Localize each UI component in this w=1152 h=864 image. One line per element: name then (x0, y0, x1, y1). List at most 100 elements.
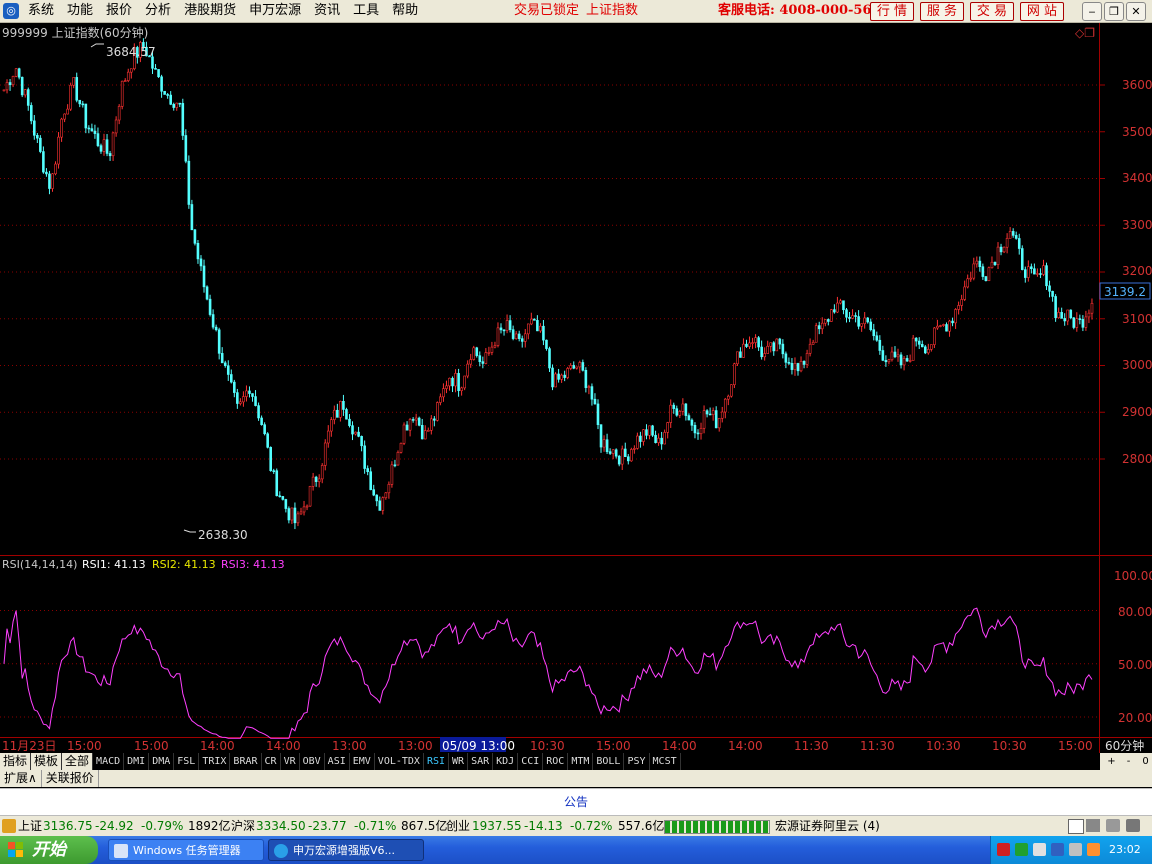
candle[interactable] (463, 375, 466, 391)
candle[interactable] (766, 340, 770, 354)
lock-icon[interactable] (1126, 819, 1140, 832)
menu-tools[interactable]: 工具 (347, 0, 386, 22)
candle[interactable] (408, 417, 412, 437)
candle[interactable] (781, 339, 785, 359)
candle[interactable] (48, 170, 51, 195)
candle[interactable] (645, 424, 648, 440)
candle[interactable] (296, 511, 300, 527)
candle[interactable] (445, 380, 448, 394)
candle[interactable] (469, 353, 473, 368)
candle[interactable] (739, 347, 742, 358)
candle[interactable] (160, 74, 163, 98)
candle[interactable] (20, 76, 24, 98)
candle[interactable] (799, 356, 803, 373)
candle[interactable] (823, 319, 827, 327)
candle[interactable] (505, 314, 509, 334)
candle[interactable] (608, 448, 612, 455)
candle[interactable] (605, 433, 609, 454)
candle[interactable] (602, 435, 606, 452)
candle[interactable] (520, 335, 524, 348)
candle[interactable] (223, 360, 227, 368)
menu-news[interactable]: 资讯 (308, 0, 347, 22)
candle[interactable] (442, 383, 445, 402)
candle[interactable] (323, 439, 327, 471)
candle[interactable] (484, 348, 488, 365)
candle[interactable] (584, 367, 588, 393)
candle[interactable] (1033, 263, 1036, 275)
candle[interactable] (778, 337, 782, 350)
candle[interactable] (390, 461, 394, 488)
candle[interactable] (651, 424, 654, 437)
candle[interactable] (57, 132, 60, 169)
candle[interactable] (905, 355, 909, 362)
candle[interactable] (714, 406, 718, 429)
tab-obv[interactable]: OBV (300, 753, 325, 770)
candle[interactable] (660, 431, 663, 450)
candle[interactable] (996, 242, 1000, 270)
candle[interactable] (836, 296, 839, 314)
candle[interactable] (866, 317, 870, 324)
candle[interactable] (587, 384, 591, 395)
candle[interactable] (963, 280, 966, 302)
candle[interactable] (299, 507, 303, 515)
candle[interactable] (848, 311, 851, 323)
candle[interactable] (775, 338, 779, 352)
candle[interactable] (626, 454, 630, 465)
candle[interactable] (114, 116, 118, 137)
quote-button[interactable]: 行 情 (870, 2, 914, 21)
candle[interactable] (420, 418, 424, 440)
candle[interactable] (266, 432, 269, 449)
candle[interactable] (290, 507, 294, 524)
candle[interactable] (39, 135, 42, 154)
candle[interactable] (448, 377, 451, 391)
candle[interactable] (451, 376, 454, 393)
candle[interactable] (911, 335, 915, 361)
candle[interactable] (984, 276, 988, 282)
candle[interactable] (354, 431, 357, 436)
candle[interactable] (8, 79, 12, 91)
candle[interactable] (881, 345, 885, 362)
candle[interactable] (530, 312, 533, 326)
candle[interactable] (193, 228, 197, 246)
candle[interactable] (257, 402, 260, 421)
candle[interactable] (1063, 313, 1066, 326)
candle[interactable] (84, 103, 88, 134)
menu-hk-futures[interactable]: 港股期货 (178, 0, 243, 22)
candle[interactable] (533, 318, 536, 321)
candle[interactable] (33, 115, 36, 140)
candle[interactable] (727, 394, 730, 406)
candle[interactable] (705, 409, 709, 418)
tab-psy[interactable]: PSY (624, 753, 650, 770)
candle[interactable] (830, 308, 833, 322)
candle[interactable] (111, 131, 115, 161)
candle[interactable] (281, 495, 285, 501)
candle[interactable] (563, 370, 566, 382)
candle[interactable] (908, 354, 912, 363)
tab-cci[interactable]: CCI (518, 753, 544, 770)
notice-bar[interactable]: 公告 (0, 788, 1152, 815)
candle[interactable] (381, 496, 385, 515)
candlestick-series[interactable] (2, 38, 1094, 530)
tab-wr[interactable]: WR (449, 753, 469, 770)
candle[interactable] (817, 321, 821, 335)
candle[interactable] (699, 422, 703, 440)
candle[interactable] (851, 309, 854, 320)
candle[interactable] (430, 415, 433, 435)
candle[interactable] (81, 100, 85, 108)
candle[interactable] (326, 425, 330, 448)
candle[interactable] (620, 445, 624, 471)
candle[interactable] (569, 362, 573, 371)
candle[interactable] (711, 407, 715, 421)
candle[interactable] (730, 384, 733, 398)
candle[interactable] (387, 481, 391, 499)
candle[interactable] (45, 168, 48, 177)
candle[interactable] (1060, 307, 1063, 319)
candle[interactable] (551, 364, 554, 391)
candle[interactable] (166, 92, 169, 99)
candle[interactable] (839, 298, 842, 305)
candle[interactable] (954, 308, 957, 329)
tab-trix[interactable]: TRIX (199, 753, 231, 770)
restore-button[interactable]: ❐ (1104, 2, 1124, 21)
chart-area[interactable]: 999999 上证指数(60分钟) ◇❐ 3684.57 2638.30 313… (0, 23, 1152, 753)
candle[interactable] (263, 422, 266, 436)
